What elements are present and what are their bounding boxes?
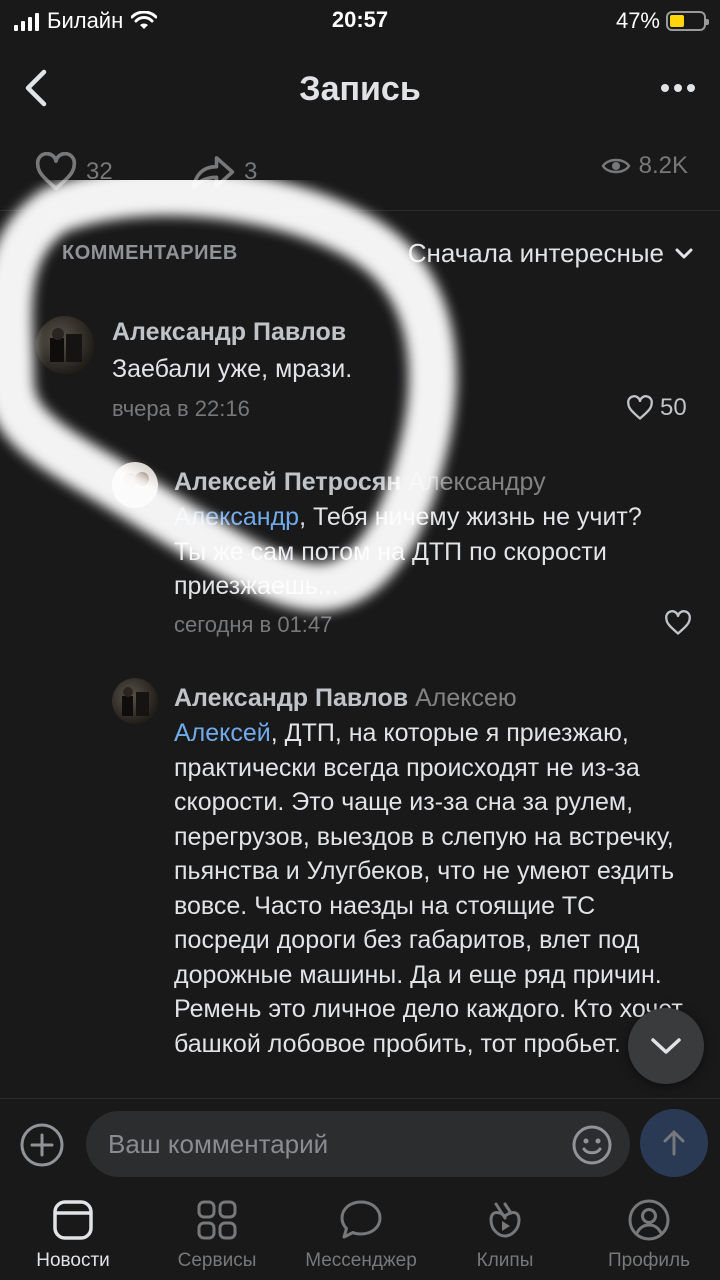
more-dots-icon: [661, 84, 669, 92]
tab-news[interactable]: Новости: [8, 1196, 138, 1272]
avatar-photo: [122, 687, 149, 716]
tab-clips[interactable]: Клипы: [440, 1196, 570, 1272]
eye-icon: [601, 158, 631, 174]
tab-bar: Новости Сервисы Мессенджер Клипы Профиль: [0, 1190, 720, 1280]
share-icon: [191, 156, 235, 190]
comment-like-button[interactable]: [664, 610, 692, 636]
status-right: 47%: [615, 8, 709, 34]
comment-text: Алексей, ДТП, на которые я приезжаю, пра…: [174, 719, 683, 1058]
tab-label: Мессенджер: [305, 1250, 417, 1271]
chevron-down-icon: [675, 248, 693, 258]
status-time: 20:57: [331, 7, 389, 32]
attach-button[interactable]: [18, 1121, 66, 1169]
comment-time: сегодня в 01:47: [174, 612, 333, 637]
arrow-up-icon: [663, 1130, 685, 1156]
post-stats: 32 3 8.2K: [0, 140, 720, 200]
battery-icon: [666, 11, 709, 31]
views-count: 8.2K: [638, 152, 688, 179]
comment-reply: Александр Павлов Алексею Алексей, ДТП, н…: [0, 672, 720, 1098]
comment-composer: [0, 1098, 720, 1190]
tab-services[interactable]: Сервисы: [152, 1196, 282, 1272]
comment-author[interactable]: Александр Павлов Алексею: [174, 684, 517, 713]
chevron-down-icon: [651, 1038, 681, 1054]
tab-label: Клипы: [476, 1250, 534, 1271]
divider: [0, 210, 720, 211]
tab-profile[interactable]: Профиль: [584, 1196, 714, 1272]
share-button[interactable]: 3: [190, 152, 257, 192]
smile-icon: [572, 1125, 612, 1165]
views-counter: 8.2K: [601, 152, 688, 180]
plus-circle-icon: [20, 1123, 64, 1167]
reply-to: Алексею: [415, 684, 517, 712]
comment-like-button[interactable]: 50: [626, 394, 687, 422]
tab-label: Профиль: [607, 1250, 691, 1271]
comment-text: Александр, Тебя ничему жизнь не учит?Ты …: [174, 503, 642, 600]
comment-input[interactable]: [86, 1111, 630, 1177]
heart-icon: [627, 395, 653, 420]
scroll-down-button[interactable]: [628, 1008, 704, 1084]
mention-link[interactable]: Александр: [174, 503, 299, 531]
clips-icon: [489, 1202, 521, 1238]
services-icon: [197, 1200, 237, 1240]
send-button[interactable]: [640, 1109, 708, 1177]
tab-label: Сервисы: [177, 1250, 257, 1271]
sort-label: Сначала интересные: [407, 238, 664, 268]
comment-time: вчера в 22:16: [112, 396, 250, 421]
status-bar: Билайн 20:57 47%: [0, 0, 720, 44]
page-title: Запись: [299, 70, 421, 108]
avatar-photo: [120, 472, 150, 508]
comments-header: КОММЕНТАРИЕВ Сначала интересные: [0, 230, 720, 274]
tab-messenger[interactable]: Мессенджер: [296, 1196, 426, 1272]
comment-like-count: 50: [660, 394, 687, 421]
comment-author[interactable]: Алексей Петросян Александру: [174, 468, 546, 497]
sort-dropdown[interactable]: Сначала интересные: [408, 238, 694, 269]
likes-count: 32: [86, 158, 113, 185]
heart-icon: [35, 152, 77, 191]
comment-item: Александр Павлов Заебали уже, мрази. вче…: [0, 300, 720, 440]
more-button[interactable]: [654, 68, 702, 108]
heart-icon: [665, 610, 691, 635]
comments-count-label: КОММЕНТАРИЕВ: [62, 242, 238, 264]
avatar[interactable]: [112, 678, 158, 724]
comment-text: Заебали уже, мрази.: [112, 355, 353, 383]
nav-header: Запись: [0, 44, 720, 132]
news-icon: [53, 1200, 93, 1240]
reply-to: Александру: [408, 468, 546, 496]
battery-percent: 47%: [615, 8, 660, 33]
tab-label: Новости: [36, 1250, 110, 1271]
emoji-button[interactable]: [570, 1123, 614, 1167]
avatar-photo: [50, 328, 82, 362]
avatar[interactable]: [112, 462, 158, 508]
comment-author[interactable]: Александр Павлов: [112, 318, 346, 347]
mention-link[interactable]: Алексей: [174, 719, 271, 747]
comment-reply: Алексей Петросян Александру Александр, Т…: [0, 450, 720, 650]
avatar[interactable]: [36, 316, 94, 374]
like-button[interactable]: 32: [34, 152, 113, 192]
shares-count: 3: [244, 158, 258, 185]
messenger-icon: [340, 1200, 382, 1239]
profile-icon: [628, 1199, 670, 1241]
